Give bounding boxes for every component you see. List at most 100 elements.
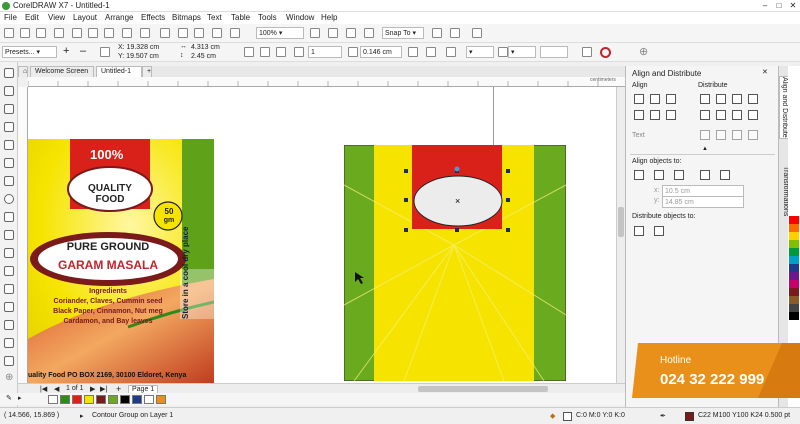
palette-menu-icon[interactable]: ▸ (18, 394, 22, 402)
menu-layout[interactable]: Layout (73, 13, 97, 22)
align-top-icon[interactable] (634, 110, 644, 120)
distribute-left-icon[interactable] (700, 94, 710, 104)
contour-to-center-icon[interactable] (244, 47, 254, 57)
tab-welcome-screen[interactable]: Welcome Screen (30, 66, 94, 77)
color-swatch-yellow[interactable] (84, 395, 94, 404)
hotline-number[interactable]: 024 32 222 999 (660, 371, 764, 388)
copy-contour-icon[interactable] (582, 47, 592, 57)
align-left-icon[interactable] (634, 94, 644, 104)
text-last-line-icon[interactable] (748, 130, 758, 140)
contour-steps-input[interactable]: 1 (308, 46, 342, 58)
distribute-top-icon[interactable] (700, 110, 710, 120)
distribute-to-selection-icon[interactable] (634, 226, 644, 236)
color-swatch-maroon[interactable] (96, 395, 106, 404)
menu-view[interactable]: View (48, 13, 65, 22)
distribute-to-page-icon[interactable] (654, 226, 664, 236)
color-eyedropper-tool-icon[interactable] (4, 320, 14, 330)
previous-page-icon[interactable]: ◀ (54, 385, 59, 393)
welcome-screen-icon[interactable] (450, 28, 460, 38)
menu-edit[interactable]: Edit (25, 13, 39, 22)
clear-contour-icon[interactable] (600, 47, 611, 58)
menu-table[interactable]: Table (231, 13, 250, 22)
connector-tool-icon[interactable] (4, 266, 14, 276)
parallel-dimension-tool-icon[interactable] (4, 248, 14, 258)
palette-brown[interactable] (789, 296, 799, 304)
palette-purple[interactable] (789, 272, 799, 280)
wip-package-artwork[interactable]: × (344, 145, 566, 381)
outline-color-icon[interactable] (446, 47, 456, 57)
outline-color-indicator[interactable] (685, 412, 694, 421)
object-y-position[interactable]: Y: 19.507 cm (118, 53, 159, 60)
horizontal-ruler[interactable]: centimeters (27, 77, 625, 87)
object-height[interactable]: 2.45 cm (191, 53, 216, 60)
freehand-tool-icon[interactable] (4, 140, 14, 150)
close-icon[interactable]: ✕ (786, 1, 800, 10)
add-preset-icon[interactable]: + (63, 45, 69, 57)
fill-color-icon[interactable] (498, 47, 508, 57)
palette-yellow[interactable] (789, 232, 799, 240)
maximize-icon[interactable]: □ (772, 1, 786, 10)
search-content-icon[interactable] (160, 28, 170, 38)
text-bbox-icon[interactable] (732, 130, 742, 140)
inside-contour-icon[interactable] (260, 47, 270, 57)
fill-color-indicator[interactable] (563, 412, 572, 421)
menu-tools[interactable]: Tools (258, 13, 277, 22)
rectangle-tool-icon[interactable] (4, 176, 14, 186)
show-rulers-icon[interactable] (328, 28, 338, 38)
object-x-position[interactable]: X: 19.328 cm (118, 44, 159, 51)
menu-arrange[interactable]: Arrange (105, 13, 133, 22)
collapse-arrow-icon[interactable]: ▲ (702, 146, 708, 152)
palette-blue[interactable] (789, 264, 799, 272)
palette-orange[interactable] (789, 224, 799, 232)
full-screen-preview-icon[interactable] (310, 28, 320, 38)
align-to-active-objects-icon[interactable] (634, 170, 644, 180)
transparency-tool-icon[interactable] (4, 302, 14, 312)
outline-color-picker[interactable]: ▾ (466, 46, 494, 58)
distribute-vspacing-icon[interactable] (732, 110, 742, 120)
align-right-icon[interactable] (666, 94, 676, 104)
distribute-bottom-icon[interactable] (748, 110, 758, 120)
palette-dark-gray[interactable] (789, 304, 799, 312)
palette-magenta[interactable] (789, 280, 799, 288)
outside-contour-icon[interactable] (276, 47, 286, 57)
delete-preset-icon[interactable]: – (80, 45, 86, 57)
contour-color-acceleration-icon[interactable] (426, 47, 436, 57)
fill-color-picker-2[interactable] (540, 46, 568, 58)
vertical-guideline[interactable] (493, 87, 494, 145)
contour-offset-input[interactable]: 0.146 cm (360, 46, 402, 58)
save-icon[interactable] (36, 28, 46, 38)
menu-text[interactable]: Text (207, 13, 222, 22)
shape-tool-icon[interactable] (4, 86, 14, 96)
open-icon[interactable] (20, 28, 30, 38)
transparency-icon[interactable] (472, 28, 482, 38)
contour-handle[interactable] (454, 166, 460, 172)
text-baseline-icon[interactable] (700, 130, 710, 140)
vertical-ruler[interactable] (18, 87, 28, 383)
publish-pdf-icon[interactable] (212, 28, 222, 38)
eyedropper-icon[interactable]: ✎ (6, 394, 12, 402)
color-swatch-orange[interactable] (156, 395, 166, 404)
zoom-level-select[interactable]: 100% ▾ (256, 27, 304, 39)
show-grid-icon[interactable] (346, 28, 356, 38)
no-color-swatch[interactable] (48, 395, 58, 404)
tab-untitled-1[interactable]: Untitled-1 (96, 66, 142, 77)
minimize-icon[interactable]: – (758, 1, 772, 10)
palette-green[interactable] (789, 248, 799, 256)
copy-icon[interactable] (88, 28, 98, 38)
menu-help[interactable]: Help (321, 13, 337, 22)
drawing-canvas[interactable]: 100% QUALITY FOOD 50 gm Store in a cool … (28, 87, 625, 383)
print-icon[interactable] (54, 28, 64, 38)
align-to-grid-icon[interactable] (700, 170, 710, 180)
align-to-page-edge-icon[interactable] (654, 170, 664, 180)
color-swatch-light-green[interactable] (108, 395, 118, 404)
polygon-tool-icon[interactable] (4, 212, 14, 222)
distribute-spacing-icon[interactable] (732, 94, 742, 104)
align-center-horizontal-icon[interactable] (650, 94, 660, 104)
add-toolbar-icon[interactable]: ⊕ (639, 45, 648, 58)
color-swatch-blue[interactable] (132, 395, 142, 404)
distribute-center-icon[interactable] (716, 94, 726, 104)
snap-to-dropdown[interactable]: Snap To ▾ (382, 27, 424, 39)
paste-icon[interactable] (104, 28, 114, 38)
palette-cyan[interactable] (789, 256, 799, 264)
redo-icon[interactable] (140, 28, 150, 38)
